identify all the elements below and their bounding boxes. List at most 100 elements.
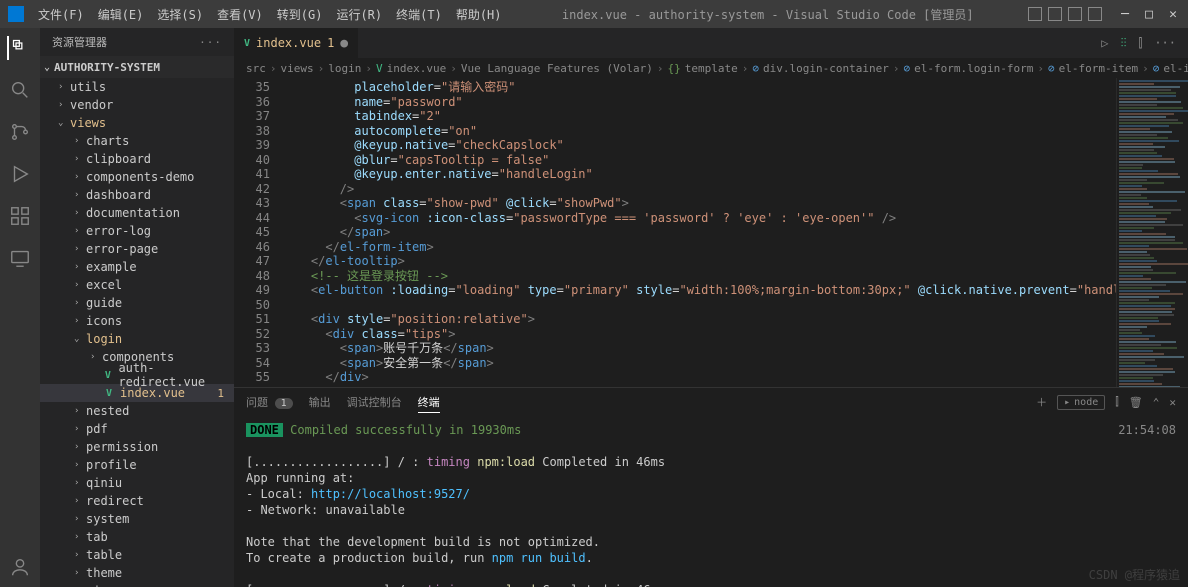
tree-item[interactable]: ›guide [40, 294, 234, 312]
tree-item[interactable]: ›theme [40, 564, 234, 582]
chevron-right-icon: › [74, 316, 86, 326]
line-number: 44 [234, 211, 270, 226]
breadcrumb-item[interactable]: Vue Language Features (Volar) [461, 62, 653, 75]
breadcrumb-item[interactable]: login [328, 62, 361, 75]
explorer-icon[interactable] [7, 36, 31, 60]
breadcrumb-item[interactable]: el-input [1163, 62, 1188, 75]
compare-icon[interactable]: ⫿ [1138, 36, 1142, 51]
line-number: 52 [234, 327, 270, 342]
watermark: CSDN @程序猿追 [1089, 566, 1180, 583]
menu-item[interactable]: 转到(G) [271, 4, 329, 25]
activity-bar [0, 28, 40, 587]
tree-item[interactable]: ›error-log [40, 222, 234, 240]
layout-panel-right-icon[interactable] [1068, 7, 1082, 21]
tree-item[interactable]: ›zip [40, 582, 234, 587]
layout-customize-icon[interactable] [1088, 7, 1102, 21]
kill-terminal-icon[interactable]: 🗑 [1129, 396, 1143, 409]
chevron-right-icon: › [74, 154, 86, 164]
extensions-icon[interactable] [8, 204, 32, 228]
breadcrumb-item[interactable]: template [685, 62, 738, 75]
layout-panel-bottom-icon[interactable] [1048, 7, 1062, 21]
tree-item-label: vendor [70, 98, 113, 112]
accounts-icon[interactable] [8, 555, 32, 579]
tab-debug-console[interactable]: 调试控制台 [347, 392, 402, 412]
run-debug-icon[interactable] [8, 162, 32, 186]
terminal-output[interactable]: DONE Compiled successfully in 19930ms21:… [234, 416, 1188, 587]
layout-panel-left-icon[interactable] [1028, 7, 1042, 21]
tree-item[interactable]: ⌄views [40, 114, 234, 132]
tree-item[interactable]: ›pdf [40, 420, 234, 438]
breadcrumb-item[interactable]: src [246, 62, 266, 75]
tree-item[interactable]: ›dashboard [40, 186, 234, 204]
tree-item[interactable]: ›components-demo [40, 168, 234, 186]
tree-item[interactable]: ›error-page [40, 240, 234, 258]
breadcrumb-item[interactable]: el-form.login-form [914, 62, 1033, 75]
code-editor[interactable]: placeholder="请输入密码" name="password" tabi… [282, 78, 1116, 387]
breadcrumb-item[interactable]: views [281, 62, 314, 75]
more-actions-icon[interactable]: ··· [1154, 36, 1176, 51]
tree-item-label: redirect [86, 494, 144, 508]
maximize-panel-icon[interactable]: ⌃ [1153, 396, 1160, 409]
tree-item[interactable]: ›icons [40, 312, 234, 330]
tree-item[interactable]: ›permission [40, 438, 234, 456]
menu-item[interactable]: 查看(V) [211, 4, 269, 25]
title-bar: 文件(F)编辑(E)选择(S)查看(V)转到(G)运行(R)终端(T)帮助(H)… [0, 0, 1188, 28]
tab-problems[interactable]: 问题 1 [246, 392, 293, 412]
source-control-icon[interactable] [8, 120, 32, 144]
sidebar-more-icon[interactable]: ··· [199, 36, 222, 49]
menu-item[interactable]: 文件(F) [32, 4, 90, 25]
tree-item[interactable]: ›documentation [40, 204, 234, 222]
close-panel-icon[interactable]: ✕ [1169, 396, 1176, 409]
tree-item[interactable]: ›clipboard [40, 150, 234, 168]
menu-item[interactable]: 帮助(H) [450, 4, 508, 25]
code-line [282, 298, 1116, 313]
tab-terminal[interactable]: 终端 [418, 392, 440, 413]
split-terminal-icon[interactable]: ⫿ [1115, 395, 1119, 409]
workspace-folder-header[interactable]: ⌄ AUTHORITY-SYSTEM [40, 56, 234, 78]
line-number: 47 [234, 254, 270, 269]
split-editor-icon[interactable]: ⫶⫶ [1120, 36, 1126, 51]
tab-label: index.vue [256, 36, 321, 50]
maximize-button[interactable]: □ [1142, 7, 1156, 21]
tree-item[interactable]: ›excel [40, 276, 234, 294]
line-number: 45 [234, 225, 270, 240]
tab-modified-icon[interactable]: ● [340, 36, 348, 51]
tree-item[interactable]: ›qiniu [40, 474, 234, 492]
breadcrumbs[interactable]: src›views›login›V index.vue›Vue Language… [234, 58, 1188, 78]
tab-output[interactable]: 输出 [309, 392, 331, 412]
close-button[interactable]: ✕ [1166, 7, 1180, 21]
minimize-button[interactable]: ─ [1118, 7, 1132, 21]
tree-item[interactable]: ›table [40, 546, 234, 564]
tree-item[interactable]: ›profile [40, 456, 234, 474]
new-terminal-icon[interactable]: ＋ [1036, 394, 1047, 410]
local-url[interactable]: http://localhost:9527/ [311, 487, 470, 501]
menu-item[interactable]: 选择(S) [151, 4, 209, 25]
tree-item[interactable]: ›system [40, 510, 234, 528]
tree-item[interactable]: ›charts [40, 132, 234, 150]
chevron-right-icon: › [74, 442, 86, 452]
tree-item-label: system [86, 512, 129, 526]
breadcrumb-item[interactable]: div.login-container [763, 62, 889, 75]
search-icon[interactable] [8, 78, 32, 102]
tree-item[interactable]: ›nested [40, 402, 234, 420]
line-number: 55 [234, 370, 270, 385]
minimap[interactable] [1116, 78, 1188, 387]
tree-item[interactable]: ›utils [40, 78, 234, 96]
tree-item[interactable]: ›vendor [40, 96, 234, 114]
tree-item[interactable]: ›redirect [40, 492, 234, 510]
tree-item[interactable]: ›tab [40, 528, 234, 546]
breadcrumb-item[interactable]: index.vue [387, 62, 447, 75]
terminal-profile[interactable]: ▸node [1057, 395, 1105, 410]
menu-item[interactable]: 运行(R) [330, 4, 388, 25]
tree-item[interactable]: ›example [40, 258, 234, 276]
tree-item[interactable]: Vauth-redirect.vue [40, 366, 234, 384]
code-line: </el-tooltip> [282, 254, 1116, 269]
menu-item[interactable]: 编辑(E) [92, 4, 150, 25]
run-icon[interactable]: ▷ [1101, 36, 1108, 51]
tree-item-label: nested [86, 404, 129, 418]
tree-item[interactable]: ⌄login [40, 330, 234, 348]
breadcrumb-item[interactable]: el-form-item [1059, 62, 1138, 75]
menu-item[interactable]: 终端(T) [390, 4, 448, 25]
remote-icon[interactable] [8, 246, 32, 270]
tab-index-vue[interactable]: V index.vue 1 ● [234, 28, 359, 58]
